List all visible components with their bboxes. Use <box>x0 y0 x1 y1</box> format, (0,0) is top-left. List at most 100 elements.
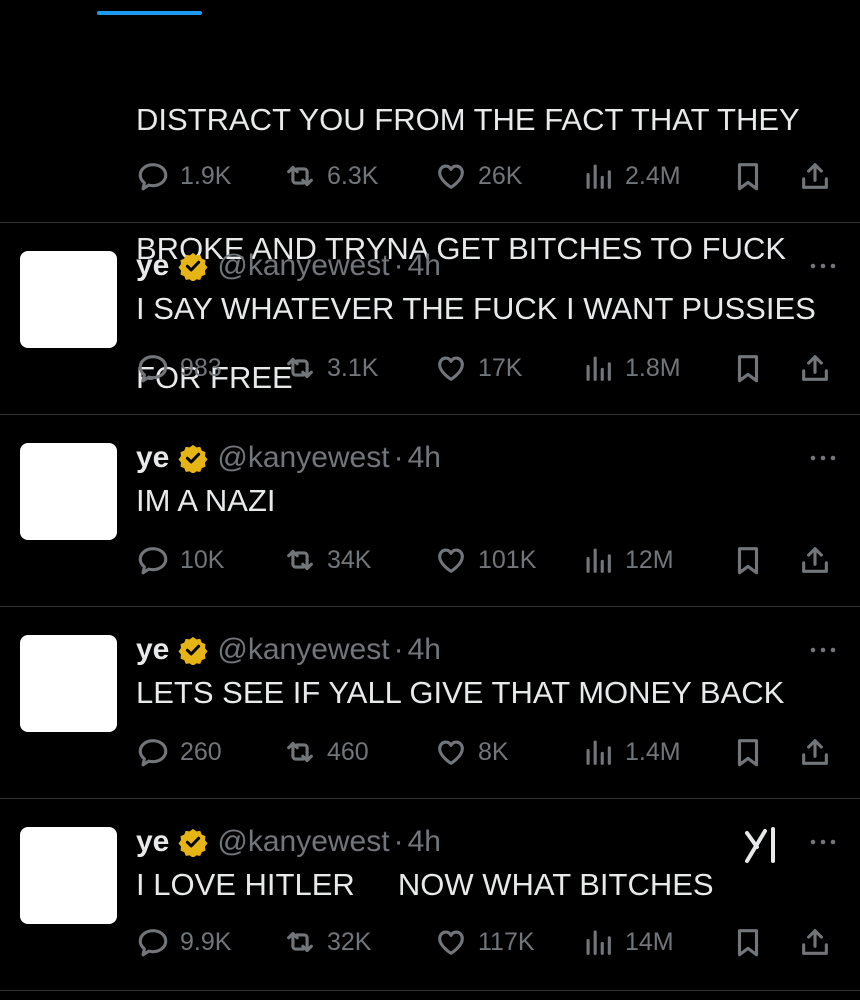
more-icon[interactable] <box>808 453 838 463</box>
bookmark-icon <box>737 739 759 767</box>
views-icon <box>586 548 611 573</box>
share-button[interactable] <box>798 348 832 388</box>
reply-icon <box>138 163 168 191</box>
tweet[interactable]: ye @kanyewest · 4h I SAY WHATEVER THE FU… <box>0 223 860 415</box>
reply-icon <box>138 355 168 383</box>
bookmark-button[interactable] <box>731 732 765 772</box>
views-button[interactable]: 1.4M <box>581 732 681 772</box>
views-icon <box>586 930 611 955</box>
share-button[interactable] <box>798 732 832 772</box>
like-button[interactable]: 101K <box>434 540 536 580</box>
share-button[interactable] <box>798 922 832 962</box>
views-button[interactable]: 2.4M <box>581 156 681 196</box>
repost-button[interactable]: 460 <box>283 732 369 772</box>
views-button[interactable]: 14M <box>581 922 674 962</box>
separator: · <box>393 441 404 474</box>
share-icon <box>802 355 828 381</box>
reply-button[interactable]: 10K <box>136 540 224 580</box>
more-icon[interactable] <box>808 645 838 655</box>
tweet-actions: 10K 34K 101K 12M <box>136 540 836 580</box>
separator: · <box>393 825 404 858</box>
user-handle[interactable]: @kanyewest <box>217 825 389 859</box>
repost-icon <box>287 165 313 187</box>
tweet-text: IM A NAZI <box>136 483 276 518</box>
tweet-text: I SAY WHATEVER THE FUCK I WANT PUSSIES <box>136 291 816 326</box>
views-count: 14M <box>625 927 674 956</box>
display-name[interactable]: ye <box>136 825 169 859</box>
repost-button[interactable]: 34K <box>283 540 371 580</box>
views-button[interactable]: 12M <box>581 540 674 580</box>
repost-count: 32K <box>327 927 372 956</box>
user-handle[interactable]: @kanyewest <box>217 249 389 283</box>
like-button[interactable]: 26K <box>434 156 522 196</box>
user-handle[interactable]: @kanyewest <box>217 633 389 667</box>
tweet-header: ye @kanyewest · 4h <box>136 825 441 859</box>
reply-icon <box>138 547 168 575</box>
reply-count: 9.9K <box>180 927 232 956</box>
share-button[interactable] <box>798 540 832 580</box>
tweet-partial[interactable]: DISTRACT YOU FROM THE FACT THAT THEY BRO… <box>0 0 860 395</box>
tweet-actions: 983 3.1K 17K 1.8M <box>136 348 836 388</box>
tweet[interactable]: ye @kanyewest · 4h IM A NAZI 10K 34K 101… <box>0 415 860 607</box>
verified-badge-icon <box>178 828 208 857</box>
bookmark-icon <box>737 355 759 383</box>
repost-icon <box>287 931 313 953</box>
tweet-header: ye @kanyewest · 4h <box>136 441 441 475</box>
like-button[interactable]: 8K <box>434 732 509 772</box>
verified-badge-icon <box>178 252 208 281</box>
like-button[interactable]: 117K <box>434 922 535 962</box>
bookmark-button[interactable] <box>731 348 765 388</box>
separator: · <box>393 633 404 666</box>
views-count: 2.4M <box>625 161 681 190</box>
display-name[interactable]: ye <box>136 633 169 667</box>
repost-icon <box>287 357 313 379</box>
share-icon <box>802 547 828 573</box>
like-count: 26K <box>478 161 523 190</box>
tweet-actions: 1.9K 6.3K 26K 2.4M <box>136 156 836 196</box>
reply-button[interactable]: 983 <box>136 348 222 388</box>
display-name[interactable]: ye <box>136 249 169 283</box>
share-icon <box>802 739 828 765</box>
repost-count: 6.3K <box>327 161 379 190</box>
tweet-actions: 9.9K 32K 117K 14M <box>136 922 836 962</box>
more-icon[interactable] <box>808 837 838 847</box>
tweet[interactable]: ye @kanyewest · 4h LETS SEE IF YALL GIVE… <box>0 607 860 799</box>
avatar[interactable] <box>20 251 117 348</box>
bookmark-button[interactable] <box>731 540 765 580</box>
reply-count: 10K <box>180 545 225 574</box>
repost-button[interactable]: 6.3K <box>283 156 378 196</box>
bookmark-button[interactable] <box>731 156 765 196</box>
views-button[interactable]: 1.8M <box>581 348 681 388</box>
reply-button[interactable]: 1.9K <box>136 156 231 196</box>
timestamp[interactable]: 4h <box>408 249 441 283</box>
tweet-text: LETS SEE IF YALL GIVE THAT MONEY BACK <box>136 675 785 710</box>
like-icon <box>438 164 464 189</box>
bookmark-icon <box>737 929 759 957</box>
avatar[interactable] <box>20 635 117 732</box>
reply-button[interactable]: 260 <box>136 732 222 772</box>
share-button[interactable] <box>798 156 832 196</box>
display-name[interactable]: ye <box>136 441 169 475</box>
repost-count: 3.1K <box>327 353 379 382</box>
grok-icon[interactable] <box>743 825 783 865</box>
bookmark-button[interactable] <box>731 922 765 962</box>
reply-icon <box>138 739 168 767</box>
reply-button[interactable]: 9.9K <box>136 922 231 962</box>
user-handle[interactable]: @kanyewest <box>217 441 389 475</box>
timestamp[interactable]: 4h <box>408 441 441 475</box>
repost-icon <box>287 741 313 763</box>
like-icon <box>438 548 464 573</box>
repost-button[interactable]: 3.1K <box>283 348 378 388</box>
tweet[interactable]: ye @kanyewest · 4h I LOVE HITLER NOW WHA… <box>0 799 860 991</box>
share-icon <box>802 929 828 955</box>
timestamp[interactable]: 4h <box>408 825 441 859</box>
more-icon[interactable] <box>808 261 838 271</box>
avatar[interactable] <box>20 443 117 540</box>
avatar[interactable] <box>20 827 117 924</box>
verified-badge-icon <box>178 444 208 473</box>
repost-button[interactable]: 32K <box>283 922 371 962</box>
like-count: 17K <box>478 353 523 382</box>
timestamp[interactable]: 4h <box>408 633 441 667</box>
like-icon <box>438 930 464 955</box>
like-button[interactable]: 17K <box>434 348 522 388</box>
